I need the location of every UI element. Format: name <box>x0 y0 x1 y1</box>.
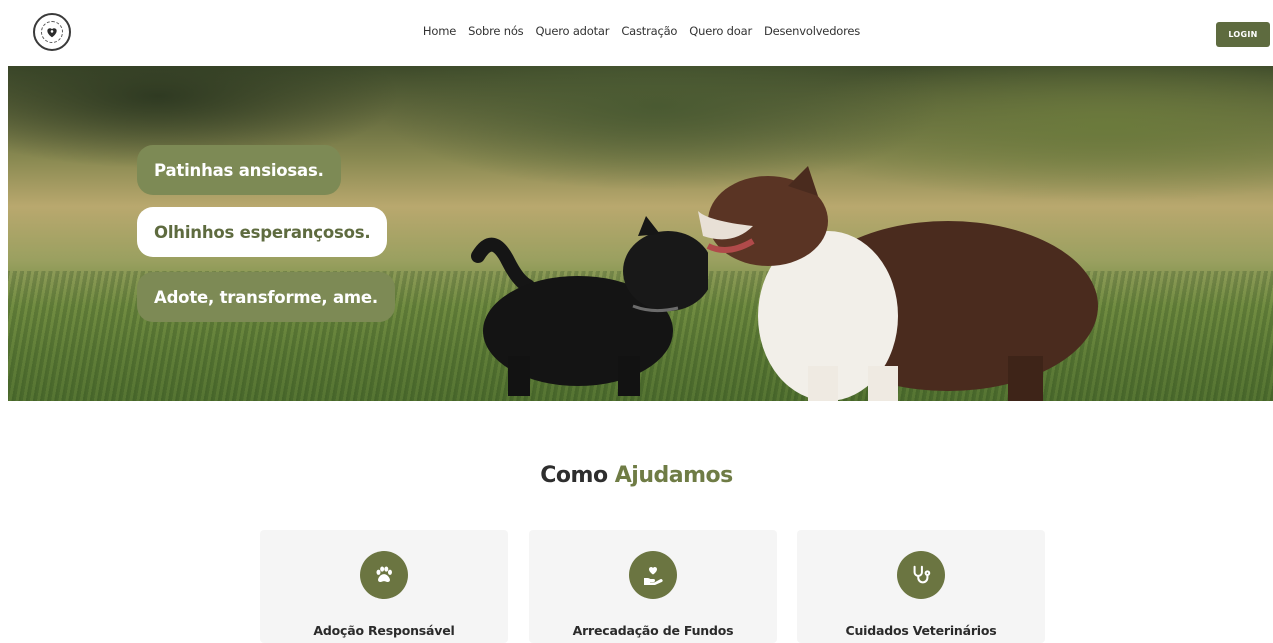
nav-home[interactable]: Home <box>423 24 456 38</box>
login-button[interactable]: LOGIN <box>1216 22 1270 47</box>
section-title-accent: Ajudamos <box>614 463 733 488</box>
nav-desenvolvedores[interactable]: Desenvolvedores <box>764 24 860 38</box>
stethoscope-icon <box>897 551 945 599</box>
top-navigation-bar: Home Sobre nós Quero adotar Castração Qu… <box>0 0 1273 66</box>
card-title: Adoção Responsável <box>313 623 455 638</box>
section-title-part1: Como <box>540 463 608 488</box>
tagline-adote: Adote, transforme, ame. <box>137 272 395 322</box>
card-cuidados[interactable]: Cuidados Veterinários <box>797 530 1045 643</box>
section-title: Como Ajudamos <box>0 463 1273 488</box>
nav-quero-adotar[interactable]: Quero adotar <box>535 24 609 38</box>
border-collie-image <box>698 166 1098 401</box>
tagline-olhinhos: Olhinhos esperançosos. <box>137 207 388 257</box>
hero-banner: Patinhas ansiosas. Olhinhos esperançosos… <box>8 66 1273 401</box>
card-title: Arrecadação de Fundos <box>572 623 734 638</box>
paw-icon <box>360 551 408 599</box>
card-arrecadacao[interactable]: Arrecadação de Fundos <box>529 530 777 643</box>
main-nav: Home Sobre nós Quero adotar Castração Qu… <box>0 24 1273 38</box>
nav-sobre-nos[interactable]: Sobre nós <box>468 24 524 38</box>
card-title: Cuidados Veterinários <box>845 623 997 638</box>
card-adocao[interactable]: Adoção Responsável <box>260 530 508 643</box>
nav-castracao[interactable]: Castração <box>621 24 677 38</box>
black-puppy-image <box>471 216 708 396</box>
nav-quero-doar[interactable]: Quero doar <box>689 24 752 38</box>
hand-heart-icon <box>629 551 677 599</box>
tagline-patinhas: Patinhas ansiosas. <box>137 145 341 195</box>
